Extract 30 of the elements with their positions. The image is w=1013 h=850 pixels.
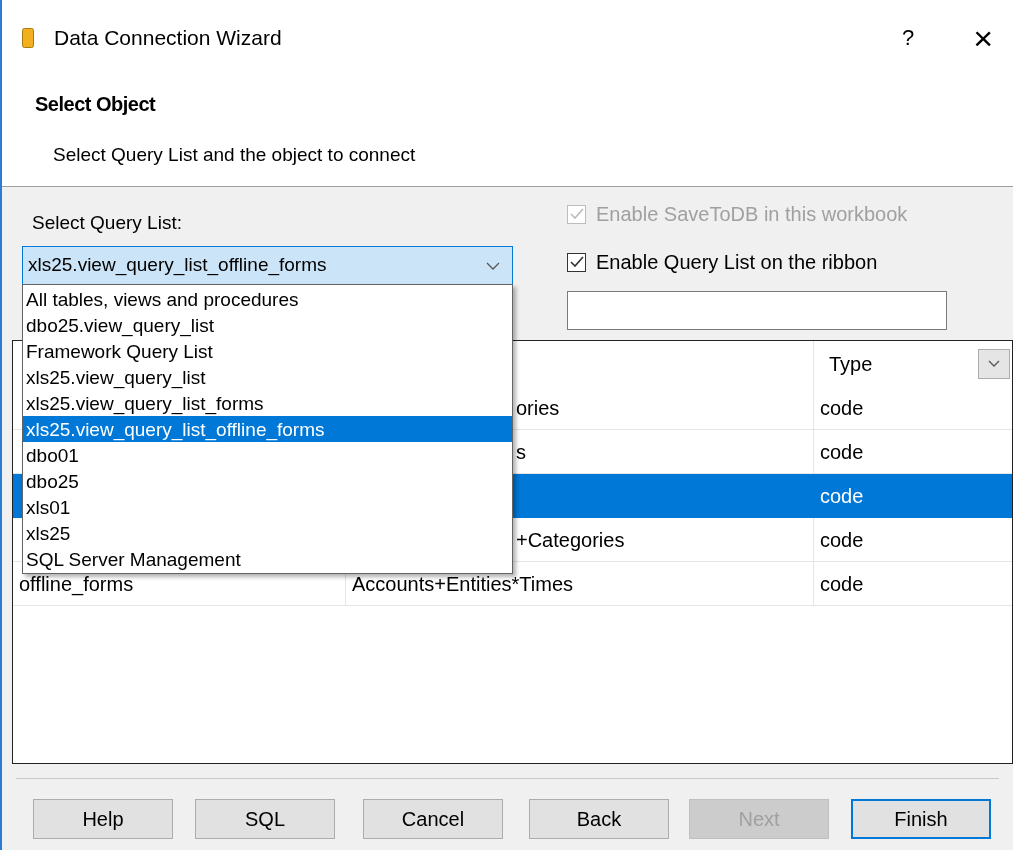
dialog-button[interactable]: Help	[33, 799, 173, 839]
checkbox-label: Enable SaveToDB in this workbook	[596, 202, 908, 227]
table-cell: code	[814, 474, 1012, 518]
chevron-down-icon	[988, 360, 1000, 367]
checkbox-label: Enable Query List on the ribbon	[596, 250, 878, 275]
window-title: Data Connection Wizard	[54, 24, 282, 51]
chevron-down-icon	[486, 261, 500, 270]
dropdown-option[interactable]: dbo25.view_query_list	[23, 312, 512, 338]
filter-field[interactable]	[567, 291, 947, 330]
dialog-button[interactable]: Finish	[851, 799, 991, 839]
dialog-button[interactable]: Cancel	[363, 799, 503, 839]
database-icon	[22, 27, 34, 48]
field-label: Select Query List:	[32, 211, 182, 235]
table-cell: code	[814, 562, 1012, 606]
table-cell: code	[814, 518, 1012, 562]
filter-dropdown-button[interactable]	[978, 348, 1010, 379]
checkmark-icon	[569, 208, 584, 220]
checkmark-icon	[569, 256, 584, 268]
query-list-dropdown[interactable]: xls25.view_query_list_offline_forms	[22, 245, 513, 286]
table-cell: code	[814, 386, 1012, 430]
dialog-button[interactable]: SQL	[195, 799, 335, 839]
dropdown-option[interactable]: xls01	[23, 494, 512, 520]
column-header: Type	[829, 351, 873, 377]
checkbox[interactable]	[567, 252, 586, 272]
dropdown-option[interactable]: xls25.view_query_list_offline_forms	[23, 416, 512, 442]
dialog-button[interactable]: Back	[529, 799, 669, 839]
page-subtitle: Select Query List and the object to connect	[53, 143, 416, 167]
page-title: Select Object	[35, 92, 156, 117]
dropdown-option[interactable]: Framework Query List	[23, 338, 512, 364]
dropdown-option[interactable]: All tables, views and procedures	[23, 286, 512, 312]
